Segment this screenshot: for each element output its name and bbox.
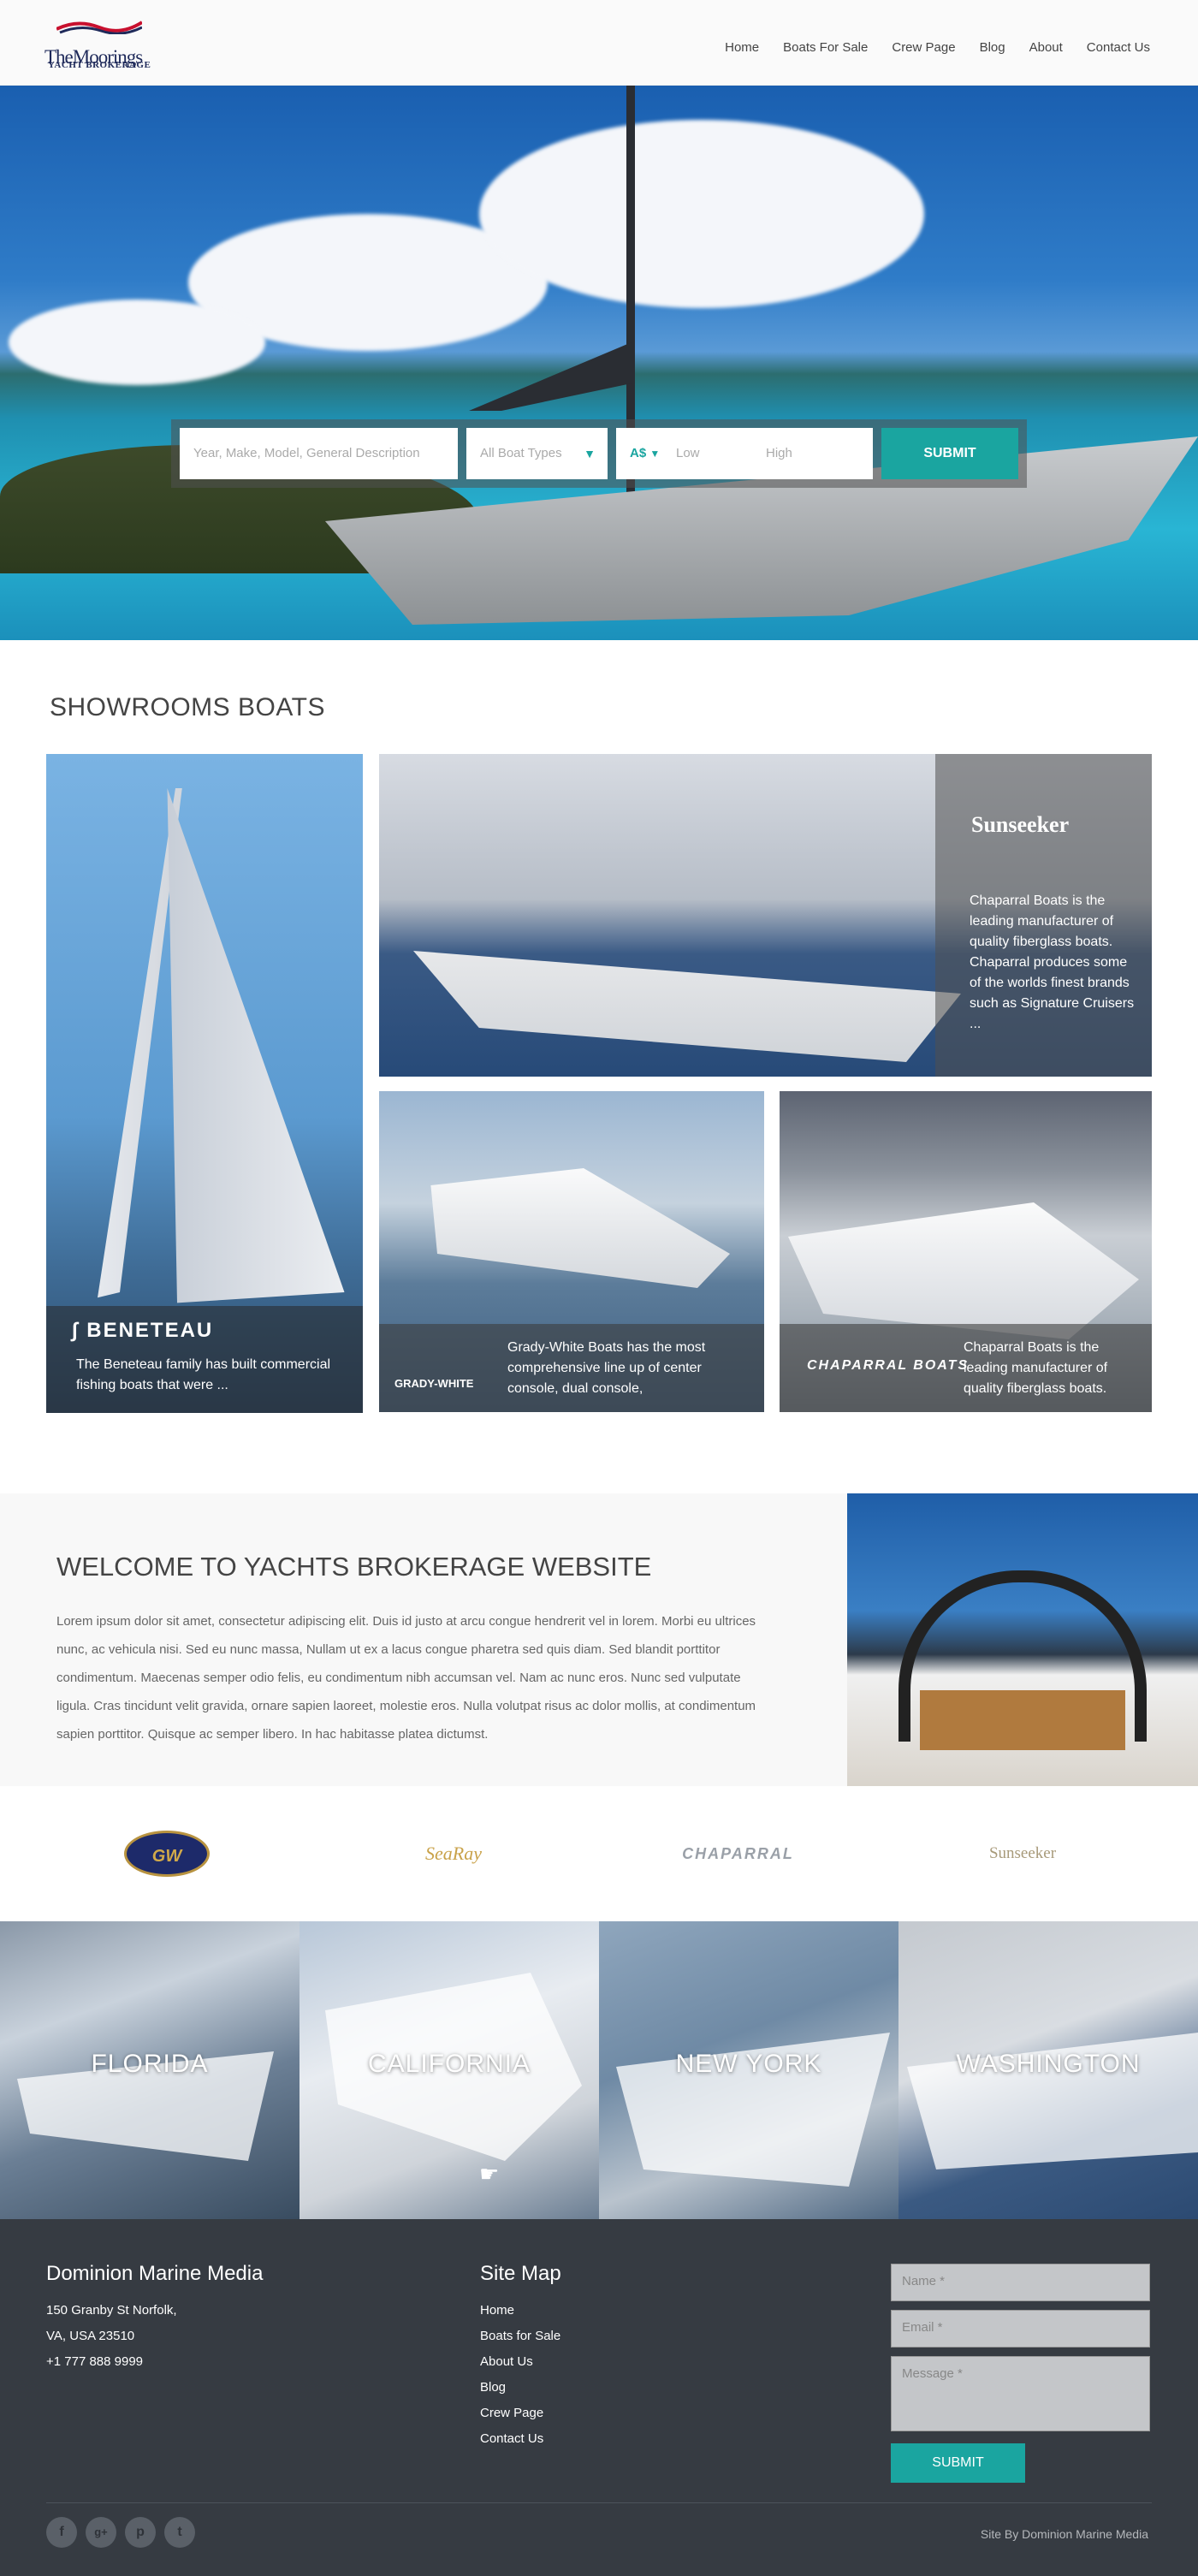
boat-image [430, 1168, 730, 1288]
facebook-icon[interactable]: f [46, 2517, 77, 2548]
card-overlay: CHAPARRAL BOATS Chaparral Boats is the l… [780, 1324, 1152, 1412]
welcome-section: WELCOME TO YACHTS BROKERAGE WEBSITE Lore… [0, 1493, 847, 1786]
hero-banner: Year, Make, Model, General Description A… [0, 86, 1198, 640]
currency-select[interactable]: A$ [630, 446, 646, 460]
location-label: CALIFORNIA [367, 2050, 531, 2078]
location-label: WASHINGTON [956, 2050, 1141, 2078]
boat-type-select[interactable]: All Boat Types ▼ [466, 428, 608, 479]
main-nav: Home Boats For Sale Crew Page Blog About… [701, 40, 1150, 55]
hand-cursor-icon: ☛ [479, 2161, 500, 2187]
location-tile-new-york[interactable]: NEW YORK [599, 1921, 898, 2219]
chevron-down-icon: ▼ [649, 448, 661, 460]
hero-sail [469, 342, 632, 411]
footer-company-name: Dominion Marine Media [46, 2262, 264, 2285]
location-label: FLORIDA [91, 2050, 209, 2078]
twitter-icon[interactable]: t [164, 2517, 195, 2548]
brand-logo-sunseeker[interactable]: Sunseeker [967, 1831, 1078, 1877]
logo-wave-icon [56, 21, 142, 34]
card-description: Chaparral Boats is the leading manufactu… [970, 893, 1135, 1031]
nav-about[interactable]: About [1029, 40, 1063, 55]
location-tile-washington[interactable]: WASHINGTON [898, 1921, 1198, 2219]
search-submit-button[interactable]: SUBMIT [881, 428, 1018, 479]
logo-subtitle: YACHT BROKERAGE [48, 60, 151, 70]
boat-type-value: All Boat Types [480, 446, 562, 460]
logo-text: TheMoorings [44, 46, 143, 68]
welcome-body: Lorem ipsum dolor sit amet, consectetur … [56, 1614, 756, 1742]
price-high-input[interactable]: High [766, 428, 792, 479]
yacht-image [413, 951, 961, 1062]
chevron-down-icon: ▼ [584, 447, 596, 460]
footer-link-about-us[interactable]: About Us [480, 2354, 533, 2369]
boat-image [616, 2033, 890, 2187]
pinterest-icon[interactable]: p [125, 2517, 156, 2548]
welcome-title: WELCOME TO YACHTS BROKERAGE WEBSITE [56, 1552, 652, 1582]
footer-link-home[interactable]: Home [480, 2303, 514, 2318]
boat-image [907, 2033, 1198, 2169]
nav-contact-us[interactable]: Contact Us [1087, 40, 1150, 55]
card-description: Grady-White Boats has the most comprehen… [507, 1340, 706, 1396]
footer-link-crew-page[interactable]: Crew Page [480, 2406, 543, 2420]
footer-sitemap-title: Site Map [480, 2262, 561, 2285]
showroom-card-sunseeker[interactable]: Sunseeker Chaparral Boats is the leading… [379, 754, 1152, 1077]
brand-logo-chaparral[interactable]: CHAPARRAL [667, 1831, 809, 1877]
boat-search-bar: Year, Make, Model, General Description A… [171, 419, 1027, 488]
location-tile-florida[interactable]: FLORIDA [0, 1921, 300, 2219]
welcome-yacht-image [847, 1493, 1198, 1786]
contact-email-field[interactable]: Email * [891, 2310, 1150, 2347]
contact-name-field[interactable]: Name * [891, 2264, 1150, 2301]
footer-phone[interactable]: +1 777 888 9999 [46, 2354, 143, 2369]
sunseeker-logo: Sunseeker [971, 812, 1070, 837]
site-header: TheMoorings YACHT BROKERAGE Home Boats F… [0, 0, 1198, 86]
nav-blog[interactable]: Blog [980, 40, 1005, 55]
nav-boats-for-sale[interactable]: Boats For Sale [783, 40, 868, 55]
footer-link-blog[interactable]: Blog [480, 2380, 506, 2395]
brand-logo-gw[interactable]: GW [124, 1831, 210, 1877]
nav-home[interactable]: Home [725, 40, 759, 55]
site-footer: Dominion Marine Media 150 Granby St Norf… [0, 2219, 1198, 2576]
brand-logo-searay[interactable]: SeaRay [389, 1831, 518, 1877]
location-tile-california[interactable]: CALIFORNIA ☛ [300, 1921, 599, 2219]
nav-crew-page[interactable]: Crew Page [892, 40, 955, 55]
beneteau-logo: ∫ BENETEAU [72, 1319, 214, 1342]
contact-submit-button[interactable]: SUBMIT [891, 2443, 1025, 2483]
section-title: SHOWROOMS BOATS [50, 693, 325, 721]
price-range-field[interactable]: A$ ▼ Low High [616, 428, 873, 479]
card-description: The Beneteau family has built commercial… [76, 1357, 331, 1392]
sailboat-image [167, 788, 345, 1303]
grady-white-logo: GRADY-WHITE [394, 1377, 474, 1390]
boat-image [17, 2051, 274, 2161]
location-label: NEW YORK [675, 2050, 822, 2078]
brand-logo-strip: GW SeaRay CHAPARRAL Sunseeker [0, 1786, 1198, 1921]
card-overlay: GRADY-WHITE Grady-White Boats has the mo… [379, 1324, 764, 1412]
card-overlay: Sunseeker Chaparral Boats is the leading… [935, 754, 1152, 1077]
price-low-input[interactable]: Low [676, 428, 700, 479]
showroom-card-chaparral[interactable]: CHAPARRAL BOATS Chaparral Boats is the l… [780, 1091, 1152, 1412]
chaparral-logo: CHAPARRAL BOATS [807, 1358, 970, 1373]
google-plus-icon[interactable]: g+ [86, 2517, 116, 2548]
footer-link-contact-us[interactable]: Contact Us [480, 2431, 543, 2446]
footer-address-line2: VA, USA 23510 [46, 2329, 135, 2343]
showroom-card-grady-white[interactable]: GRADY-WHITE Grady-White Boats has the mo… [379, 1091, 764, 1412]
footer-link-boats-for-sale[interactable]: Boats for Sale [480, 2329, 560, 2343]
keyword-search-input[interactable]: Year, Make, Model, General Description [180, 428, 458, 479]
contact-message-field[interactable]: Message * [891, 2356, 1150, 2431]
card-description: Chaparral Boats is the leading manufactu… [964, 1340, 1108, 1396]
hero-cloud [479, 120, 924, 308]
footer-divider [46, 2502, 1152, 2503]
hero-cloud [9, 300, 265, 385]
showroom-card-beneteau[interactable]: ∫ BENETEAU The Beneteau family has built… [46, 754, 363, 1413]
footer-address-line1: 150 Granby St Norfolk, [46, 2303, 177, 2318]
site-logo[interactable]: TheMoorings YACHT BROKERAGE [44, 15, 156, 72]
cockpit-table [920, 1690, 1125, 1750]
footer-credit[interactable]: Site By Dominion Marine Media [981, 2527, 1148, 2541]
